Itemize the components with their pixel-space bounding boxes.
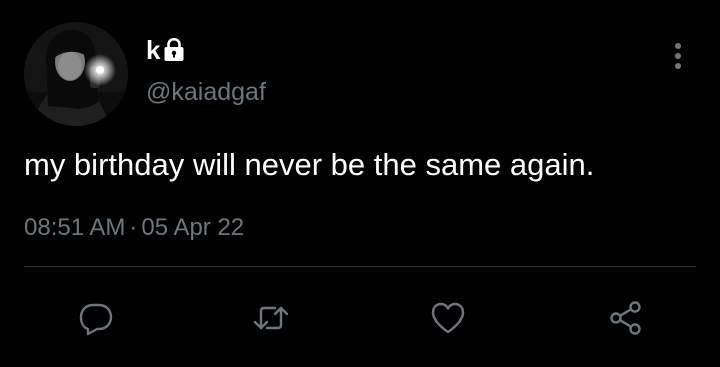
lock-icon bbox=[162, 37, 186, 63]
reply-icon bbox=[79, 303, 113, 336]
retweet-icon bbox=[253, 306, 289, 330]
tweet-date[interactable]: 05 Apr 22 bbox=[141, 214, 244, 241]
more-options-icon[interactable] bbox=[664, 38, 692, 74]
avatar[interactable] bbox=[24, 22, 128, 126]
author-name-row[interactable]: k bbox=[146, 33, 186, 67]
author-handle[interactable]: @kaiadgaf bbox=[146, 80, 266, 105]
like-button[interactable] bbox=[422, 292, 474, 344]
tweet-text: my birthday will never be the same again… bbox=[24, 147, 595, 182]
tweet-timestamp: 08:51 AM · 05 Apr 22 bbox=[24, 213, 244, 243]
heart-icon bbox=[431, 302, 465, 334]
share-button[interactable] bbox=[600, 292, 652, 344]
tweet-time[interactable]: 08:51 AM bbox=[24, 214, 125, 241]
action-bar bbox=[0, 292, 720, 344]
share-icon bbox=[610, 301, 641, 335]
display-name[interactable]: k bbox=[146, 37, 160, 63]
retweet-button[interactable] bbox=[245, 292, 297, 344]
avatar-photo bbox=[24, 22, 128, 126]
meta-separator: · bbox=[129, 214, 138, 241]
divider bbox=[24, 266, 696, 267]
reply-button[interactable] bbox=[70, 292, 122, 344]
